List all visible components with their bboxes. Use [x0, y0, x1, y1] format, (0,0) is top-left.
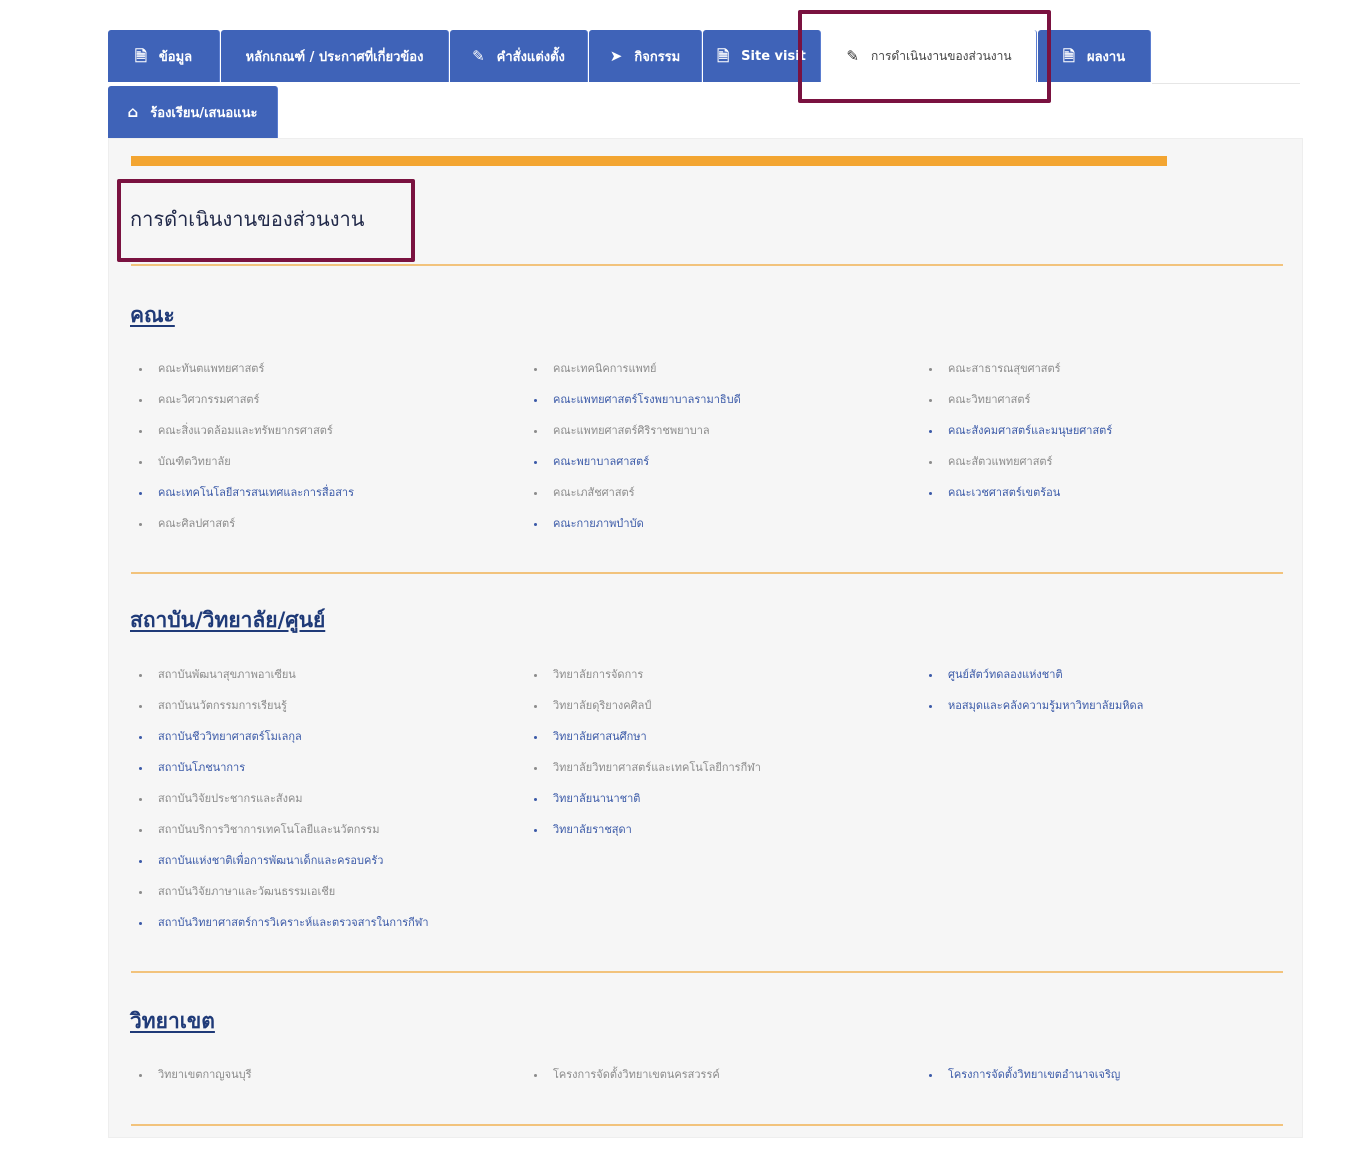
- list-item[interactable]: คณะสาธารณสุขศาสตร์: [926, 362, 1112, 393]
- list-item[interactable]: คณะเทคโนโลยีสารสนเทศและการสื่อสาร: [136, 486, 354, 517]
- home-icon: ⌂: [127, 102, 139, 121]
- document-icon: 🗎: [1062, 46, 1075, 65]
- list-item[interactable]: สถาบันชีววิทยาศาสตร์โมเลกุล: [136, 730, 429, 761]
- divider: [131, 572, 1283, 574]
- tab-operations[interactable]: ✎ การดำเนินงานของส่วนงาน: [822, 30, 1037, 82]
- tab-criteria[interactable]: หลักเกณฑ์ / ประกาศที่เกี่ยวข้อง: [221, 30, 449, 82]
- list-item[interactable]: สถาบันโภชนาการ: [136, 761, 429, 792]
- tab-bar: 🗎 ข้อมูล หลักเกณฑ์ / ประกาศที่เกี่ยวข้อง…: [108, 30, 1308, 140]
- tab-site-visit[interactable]: 🗎 Site visit: [703, 30, 821, 82]
- list-item[interactable]: คณะเภสัชศาสตร์: [531, 486, 741, 517]
- list-item[interactable]: วิทยาลัยราชสุดา: [531, 823, 761, 854]
- list-item[interactable]: คณะแพทยศาสตร์โรงพยาบาลรามาธิบดี: [531, 393, 741, 424]
- list-item[interactable]: คณะสังคมศาสตร์และมนุษยศาสตร์: [926, 424, 1112, 455]
- list-item[interactable]: วิทยาลัยดุริยางคศิลป์: [531, 699, 761, 730]
- send-icon: ➤: [609, 46, 623, 65]
- tab-label: ผลงาน: [1086, 49, 1126, 65]
- divider: [131, 971, 1283, 973]
- tab-info[interactable]: 🗎 ข้อมูล: [108, 30, 220, 82]
- list-item[interactable]: วิทยาลัยการจัดการ: [531, 668, 761, 699]
- list-item[interactable]: วิทยาเขตกาญจนบุรี: [136, 1068, 252, 1099]
- list-item[interactable]: โครงการจัดตั้งวิทยาเขตอำนาจเจริญ: [926, 1068, 1120, 1099]
- faculty-list-col1: คณะทันตแพทยศาสตร์ คณะวิศวกรรมศาสตร์ คณะส…: [136, 362, 354, 548]
- list-item[interactable]: บัณฑิตวิทยาลัย: [136, 455, 354, 486]
- list-item[interactable]: สถาบันวิจัยประชากรและสังคม: [136, 792, 429, 823]
- tab-activities[interactable]: ➤ กิจกรรม: [589, 30, 702, 82]
- divider: [131, 264, 1283, 266]
- pen-icon: ✎: [846, 46, 859, 65]
- tab-label: หลักเกณฑ์ / ประกาศที่เกี่ยวข้อง: [245, 49, 424, 65]
- section-title-faculty: คณะ: [130, 303, 175, 327]
- list-item[interactable]: สถาบันวิจัยภาษาและวัฒนธรรมเอเชีย: [136, 885, 429, 916]
- institute-list-col2: วิทยาลัยการจัดการ วิทยาลัยดุริยางคศิลป์ …: [531, 668, 761, 854]
- list-item[interactable]: คณะพยาบาลศาสตร์: [531, 455, 741, 486]
- list-item[interactable]: วิทยาลัยนานาชาติ: [531, 792, 761, 823]
- tab-label: การดำเนินงานของส่วนงาน: [870, 48, 1012, 63]
- tab-label: Site visit: [741, 48, 806, 64]
- section-title-institute: สถาบัน/วิทยาลัย/ศูนย์: [130, 608, 326, 632]
- campus-list-col1: วิทยาเขตกาญจนบุรี: [136, 1068, 252, 1099]
- list-item[interactable]: วิทยาลัยศาสนศึกษา: [531, 730, 761, 761]
- tab-label: กิจกรรม: [634, 49, 681, 65]
- faculty-list-col2: คณะเทคนิคการแพทย์ คณะแพทยศาสตร์โรงพยาบาล…: [531, 362, 741, 548]
- list-item[interactable]: คณะวิทยาศาสตร์: [926, 393, 1112, 424]
- list-item[interactable]: สถาบันแห่งชาติเพื่อการพัฒนาเด็กและครอบคร…: [136, 854, 429, 885]
- list-item[interactable]: สถาบันวิทยาศาสตร์การวิเคราะห์และตรวจสารใ…: [136, 916, 429, 947]
- list-item[interactable]: คณะทันตแพทยศาสตร์: [136, 362, 354, 393]
- tab-orders[interactable]: ✎ คำสั่งแต่งตั้ง: [450, 30, 588, 82]
- campus-list-col2: โครงการจัดตั้งวิทยาเขตนครสวรรค์: [531, 1068, 720, 1099]
- faculty-list-col3: คณะสาธารณสุขศาสตร์ คณะวิทยาศาสตร์ คณะสัง…: [926, 362, 1112, 517]
- list-item[interactable]: คณะกายภาพบำบัด: [531, 517, 741, 548]
- campus-list-col3: โครงการจัดตั้งวิทยาเขตอำนาจเจริญ: [926, 1068, 1120, 1099]
- list-item[interactable]: คณะสิ่งแวดล้อมและทรัพยากรศาสตร์: [136, 424, 354, 455]
- document-icon: 🗎: [717, 46, 730, 65]
- institute-list-col3: ศูนย์สัตว์ทดลองแห่งชาติ หอสมุดและคลังควา…: [926, 668, 1143, 730]
- accent-bar: [131, 156, 1167, 166]
- list-item[interactable]: สถาบันบริการวิชาการเทคโนโลยีและนวัตกรรม: [136, 823, 429, 854]
- content-panel: การดำเนินงานของส่วนงาน คณะ คณะทันตแพทยศา…: [108, 138, 1303, 1138]
- document-icon: 🗎: [134, 46, 147, 65]
- list-item[interactable]: สถาบันนวัตกรรมการเรียนรู้: [136, 699, 429, 730]
- list-item[interactable]: คณะเวชศาสตร์เขตร้อน: [926, 486, 1112, 517]
- tab-complaints[interactable]: ⌂ ร้องเรียน/เสนอแนะ: [108, 86, 278, 138]
- page-title: การดำเนินงานของส่วนงาน: [130, 207, 365, 231]
- list-item[interactable]: โครงการจัดตั้งวิทยาเขตนครสวรรค์: [531, 1068, 720, 1099]
- list-item[interactable]: คณะสัตวแพทยศาสตร์: [926, 455, 1112, 486]
- pen-icon: ✎: [472, 46, 485, 65]
- list-item[interactable]: คณะวิศวกรรมศาสตร์: [136, 393, 354, 424]
- tab-label: ร้องเรียน/เสนอแนะ: [150, 105, 258, 121]
- tab-results[interactable]: 🗎 ผลงาน: [1038, 30, 1151, 82]
- section-title-campus: วิทยาเขต: [130, 1009, 215, 1033]
- list-item[interactable]: คณะเทคนิคการแพทย์: [531, 362, 741, 393]
- list-item[interactable]: คณะศิลปศาสตร์: [136, 517, 354, 548]
- list-item[interactable]: หอสมุดและคลังความรู้มหาวิทยาลัยมหิดล: [926, 699, 1143, 730]
- list-item[interactable]: สถาบันพัฒนาสุขภาพอาเซียน: [136, 668, 429, 699]
- list-item[interactable]: วิทยาลัยวิทยาศาสตร์และเทคโนโลยีการกีฬา: [531, 761, 761, 792]
- tab-label: ข้อมูล: [158, 49, 193, 65]
- institute-list-col1: สถาบันพัฒนาสุขภาพอาเซียน สถาบันนวัตกรรมก…: [136, 668, 429, 947]
- divider: [131, 1124, 1283, 1126]
- tab-divider-line: [1152, 83, 1300, 84]
- list-item[interactable]: คณะแพทยศาสตร์ศิริราชพยาบาล: [531, 424, 741, 455]
- tab-label: คำสั่งแต่งตั้ง: [496, 49, 565, 65]
- list-item[interactable]: ศูนย์สัตว์ทดลองแห่งชาติ: [926, 668, 1143, 699]
